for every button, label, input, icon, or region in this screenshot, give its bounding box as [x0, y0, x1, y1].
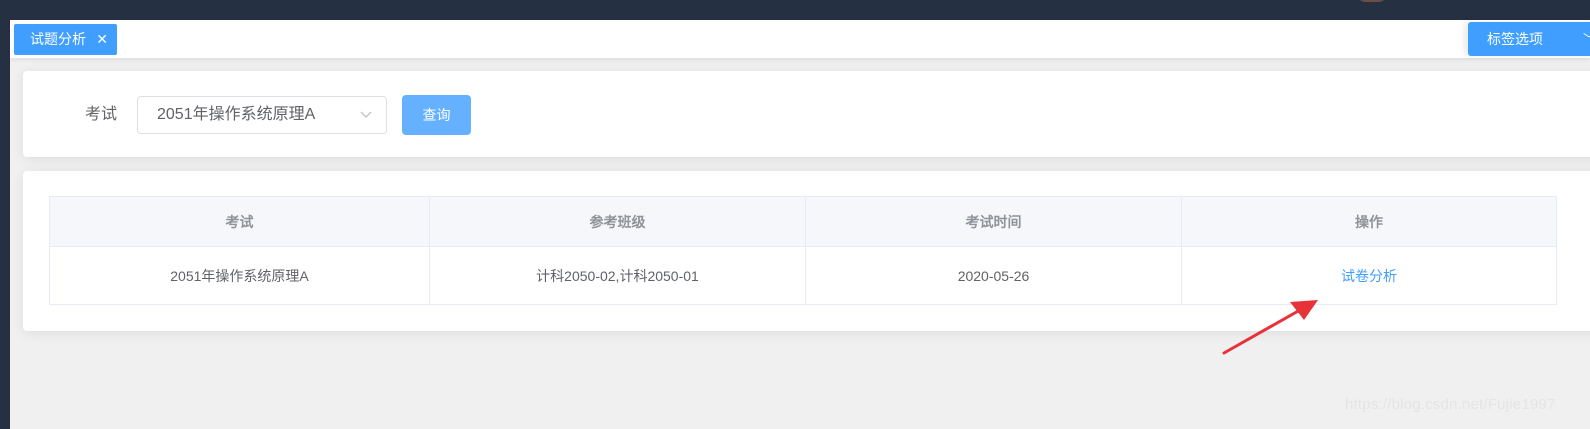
cell-exam-time: 2020-05-26 — [806, 247, 1182, 304]
top-navbar — [0, 0, 1590, 20]
header-exam-time: 考试时间 — [806, 197, 1182, 246]
header-exam: 考试 — [50, 197, 430, 246]
tags-options-button[interactable]: 标签选项 ﹀ — [1468, 22, 1590, 56]
table-header-row: 考试 参考班级 考试时间 操作 — [50, 197, 1556, 247]
tag-item-question-analysis[interactable]: 试题分析 ✕ — [14, 24, 117, 55]
tags-options-label: 标签选项 — [1487, 31, 1543, 47]
tag-label: 试题分析 — [30, 31, 86, 47]
query-button[interactable]: 查询 — [402, 95, 471, 135]
chevron-down-icon — [359, 97, 373, 147]
exam-filter-label: 考试 — [85, 106, 118, 123]
tags-bar — [10, 20, 1590, 58]
paper-analysis-link[interactable]: 试卷分析 — [1341, 266, 1397, 286]
sidebar-edge — [0, 20, 10, 429]
exam-select[interactable]: 2051年操作系统原理A — [137, 96, 387, 134]
exam-table: 考试 参考班级 考试时间 操作 2051年操作系统原理A 计科2050-02,计… — [49, 196, 1557, 305]
cell-classes: 计科2050-02,计科2050-01 — [430, 247, 806, 304]
chevron-down-icon: ﹀ — [1583, 22, 1590, 56]
table-row: 2051年操作系统原理A 计科2050-02,计科2050-01 2020-05… — [50, 247, 1556, 304]
header-classes: 参考班级 — [430, 197, 806, 246]
watermark: https://blog.csdn.net/Fujie1997 — [1345, 396, 1556, 413]
close-icon[interactable]: ✕ — [96, 25, 108, 54]
header-actions: 操作 — [1355, 213, 1383, 230]
cell-exam: 2051年操作系统原理A — [50, 247, 430, 304]
exam-select-value: 2051年操作系统原理A — [157, 106, 316, 123]
annotation-arrow-icon — [1222, 300, 1318, 355]
